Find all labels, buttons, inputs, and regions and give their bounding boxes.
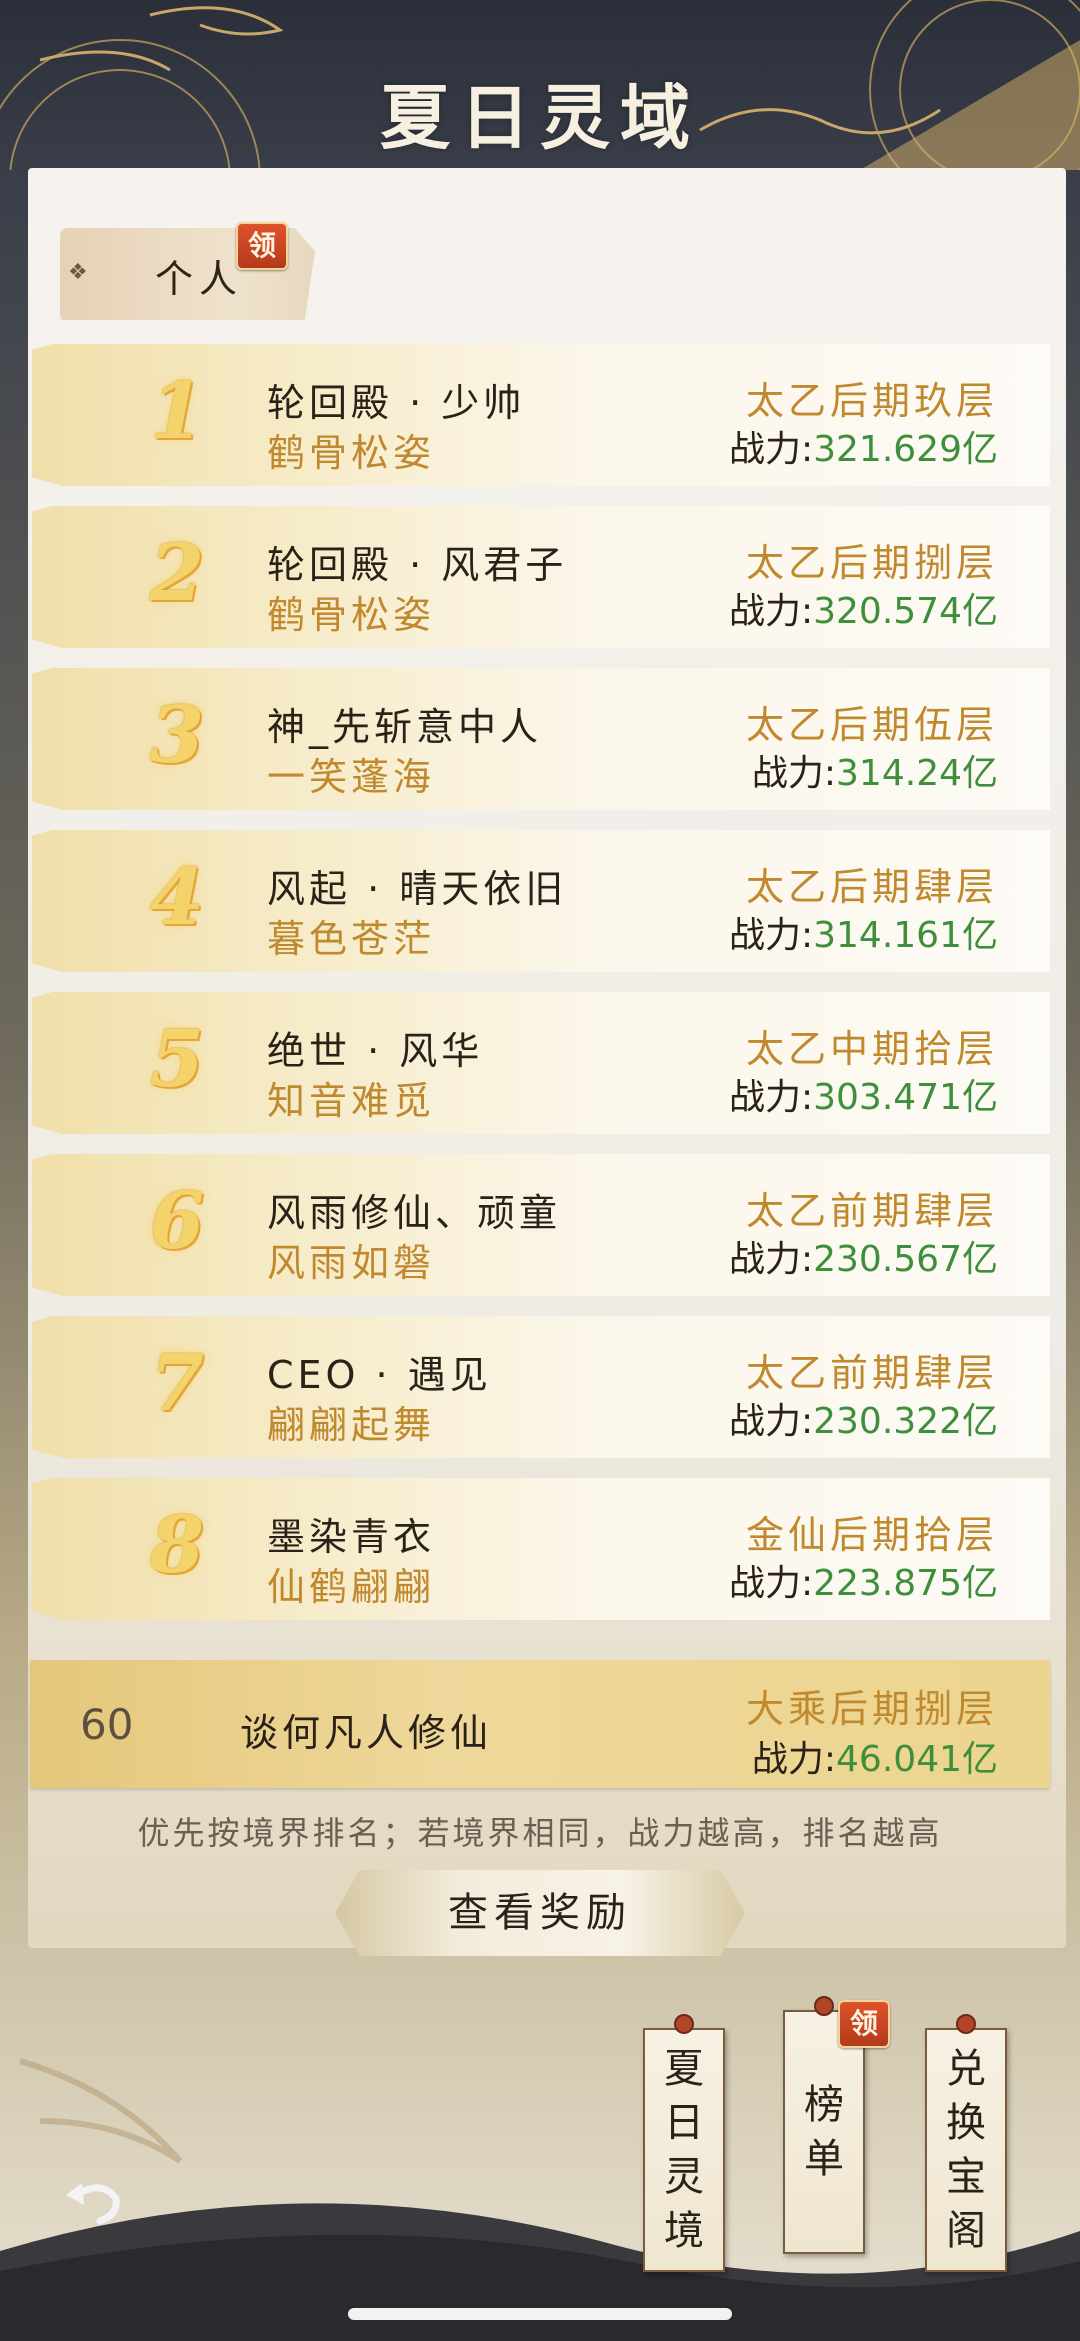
rank-number: 5 bbox=[149, 1014, 205, 1105]
power-value: 314.24亿 bbox=[836, 753, 998, 794]
power-value: 314.161亿 bbox=[813, 915, 998, 956]
tag-knot-icon bbox=[674, 2014, 694, 2034]
tag-char: 换 bbox=[946, 2100, 986, 2146]
realm-level: 太乙前期肆层 bbox=[745, 1351, 998, 1395]
player-name: CEO · 遇见 bbox=[267, 1353, 492, 1397]
rank-row-5[interactable]: 5 绝世 · 风华 知音难觅 太乙中期拾层 战力:303.471亿 bbox=[32, 992, 1050, 1134]
guild-name: 仙鹤翩翩 bbox=[267, 1565, 436, 1609]
tag-char: 阁 bbox=[946, 2208, 986, 2254]
view-rewards-button[interactable]: 查看奖励 bbox=[335, 1870, 745, 1956]
power-label: 战力: bbox=[728, 1239, 814, 1280]
realm-level: 金仙后期拾层 bbox=[745, 1513, 998, 1557]
power-text: 战力:321.629亿 bbox=[729, 420, 998, 472]
power-text: 战力:230.322亿 bbox=[729, 1392, 998, 1444]
page-title: 夏日灵域 bbox=[380, 76, 700, 159]
power-value: 230.322亿 bbox=[813, 1401, 998, 1442]
guild-name: 翩翩起舞 bbox=[267, 1403, 436, 1447]
tag-knot-icon bbox=[814, 1996, 834, 2016]
power-text: 战力:230.567亿 bbox=[729, 1230, 998, 1282]
power-label: 战力: bbox=[728, 1563, 814, 1604]
tag-exchange-pavilion[interactable]: 兑 换 宝 阁 bbox=[925, 2014, 1007, 2272]
guild-name: 一笑蓬海 bbox=[267, 755, 436, 799]
player-name: 风雨修仙、顽童 bbox=[267, 1191, 562, 1235]
my-power-text: 战力:46.041亿 bbox=[752, 1730, 998, 1782]
realm-level: 太乙后期玖层 bbox=[745, 379, 998, 423]
power-value: 46.041亿 bbox=[836, 1739, 998, 1780]
my-rank-row[interactable]: 60 谈何凡人修仙 大乘后期捌层 战力:46.041亿 bbox=[30, 1660, 1050, 1788]
tab-personal-label: 个人 bbox=[155, 257, 244, 301]
rank-row-2[interactable]: 2 轮回殿 · 风君子 鹤骨松姿 太乙后期捌层 战力:320.574亿 bbox=[32, 506, 1050, 648]
rank-number: 2 bbox=[149, 528, 205, 619]
power-label: 战力: bbox=[728, 1401, 814, 1442]
leaderboard-claim-badge[interactable]: 领 bbox=[838, 2000, 890, 2048]
tag-char: 境 bbox=[664, 2208, 704, 2254]
guild-name: 知音难觅 bbox=[267, 1079, 436, 1123]
diamond-icon: ❖ bbox=[68, 260, 88, 285]
rank-row-4[interactable]: 4 风起 · 晴天依旧 暮色苍茫 太乙后期肆层 战力:314.161亿 bbox=[32, 830, 1050, 972]
guild-name: 风雨如磐 bbox=[267, 1241, 436, 1285]
guild-name: 鹤骨松姿 bbox=[267, 431, 436, 475]
power-value: 223.875亿 bbox=[813, 1563, 998, 1604]
power-label: 战力: bbox=[728, 915, 814, 956]
claim-badge[interactable]: 领 bbox=[236, 222, 288, 270]
power-text: 战力:320.574亿 bbox=[729, 582, 998, 634]
rank-number: 6 bbox=[149, 1176, 205, 1267]
tag-char: 日 bbox=[664, 2100, 704, 2146]
realm-level: 太乙前期肆层 bbox=[745, 1189, 998, 1233]
tag-char: 榜 bbox=[804, 2082, 844, 2128]
power-text: 战力:223.875亿 bbox=[729, 1554, 998, 1606]
tag-char: 灵 bbox=[664, 2154, 704, 2200]
home-indicator[interactable] bbox=[348, 2308, 732, 2320]
power-text: 战力:303.471亿 bbox=[729, 1068, 998, 1120]
bottom-decoration bbox=[0, 2058, 1080, 2341]
realm-level: 太乙后期伍层 bbox=[745, 703, 998, 747]
ranking-rule-note: 优先按境界排名；若境界相同，战力越高，排名越高 bbox=[137, 1814, 943, 1852]
power-text: 战力:314.24亿 bbox=[752, 744, 998, 796]
rank-row-6[interactable]: 6 风雨修仙、顽童 风雨如磐 太乙前期肆层 战力:230.567亿 bbox=[32, 1154, 1050, 1296]
tag-char: 兑 bbox=[946, 2046, 986, 2092]
tag-char: 宝 bbox=[946, 2154, 986, 2200]
rank-number: 4 bbox=[149, 852, 205, 943]
player-name: 墨染青衣 bbox=[267, 1515, 436, 1559]
my-player-name: 谈何凡人修仙 bbox=[240, 1711, 493, 1755]
player-name: 风起 · 晴天依旧 bbox=[267, 867, 568, 911]
guild-name: 鹤骨松姿 bbox=[267, 593, 436, 637]
power-label: 战力: bbox=[728, 1077, 814, 1118]
back-arrow-icon[interactable] bbox=[58, 2165, 128, 2235]
rank-number: 3 bbox=[149, 690, 205, 781]
rank-number: 8 bbox=[149, 1500, 205, 1591]
rank-row-7[interactable]: 7 CEO · 遇见 翩翩起舞 太乙前期肆层 战力:230.322亿 bbox=[32, 1316, 1050, 1458]
rank-number: 1 bbox=[149, 366, 205, 457]
power-value: 321.629亿 bbox=[813, 429, 998, 470]
player-name: 轮回殿 · 风君子 bbox=[267, 543, 568, 587]
power-label: 战力: bbox=[751, 753, 837, 794]
realm-level: 太乙后期肆层 bbox=[745, 865, 998, 909]
power-label: 战力: bbox=[728, 429, 814, 470]
realm-level: 太乙中期拾层 bbox=[745, 1027, 998, 1071]
rank-row-3[interactable]: 3 神_先斩意中人 一笑蓬海 太乙后期伍层 战力:314.24亿 bbox=[32, 668, 1050, 810]
tag-char: 夏 bbox=[664, 2046, 704, 2092]
guild-name: 暮色苍茫 bbox=[267, 917, 436, 961]
power-text: 战力:314.161亿 bbox=[729, 906, 998, 958]
my-rank-number: 60 bbox=[80, 1700, 134, 1749]
rank-number: 7 bbox=[149, 1338, 205, 1429]
rank-row-1[interactable]: 1 轮回殿 · 少帅 鹤骨松姿 太乙后期玖层 战力:321.629亿 bbox=[32, 344, 1050, 486]
player-name: 轮回殿 · 少帅 bbox=[267, 381, 526, 425]
power-value: 303.471亿 bbox=[813, 1077, 998, 1118]
player-name: 神_先斩意中人 bbox=[267, 705, 543, 749]
rank-row-8[interactable]: 8 墨染青衣 仙鹤翩翩 金仙后期拾层 战力:223.875亿 bbox=[32, 1478, 1050, 1620]
my-realm-level: 大乘后期捌层 bbox=[745, 1687, 998, 1731]
realm-level: 太乙后期捌层 bbox=[745, 541, 998, 585]
tag-char: 单 bbox=[804, 2136, 844, 2182]
tag-summer-realm[interactable]: 夏 日 灵 境 bbox=[643, 2014, 725, 2272]
power-value: 230.567亿 bbox=[813, 1239, 998, 1280]
player-name: 绝世 · 风华 bbox=[267, 1029, 484, 1073]
power-value: 320.574亿 bbox=[813, 591, 998, 632]
tag-knot-icon bbox=[956, 2014, 976, 2034]
power-label: 战力: bbox=[751, 1739, 837, 1780]
power-label: 战力: bbox=[728, 591, 814, 632]
